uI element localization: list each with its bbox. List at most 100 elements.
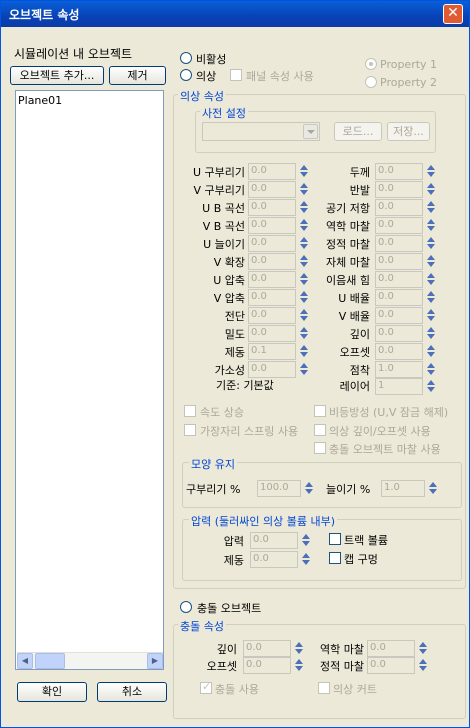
spinner-arrows-icon[interactable] [299, 165, 308, 178]
field-spinner[interactable]: 0.0 [248, 163, 308, 180]
spinner-arrows-icon[interactable] [426, 165, 435, 178]
inactive-radio[interactable] [180, 52, 192, 64]
spinner-arrows-icon[interactable] [426, 380, 435, 393]
field-spinner[interactable]: 0.0 [248, 217, 308, 234]
spinner-arrows-icon[interactable] [299, 201, 308, 214]
property1-radio[interactable] [365, 58, 377, 70]
field-value[interactable]: 0.0 [375, 181, 423, 198]
collision-offset-field[interactable]: 0.0 [243, 657, 291, 674]
aniso-checkbox[interactable] [314, 405, 326, 417]
chevron-down-icon[interactable] [303, 124, 318, 139]
collision-depth-field[interactable]: 0.0 [243, 640, 291, 657]
stretch-percent-field[interactable]: 1.0 [381, 480, 425, 497]
stretch-percent-spinner[interactable]: 1.0 [381, 480, 441, 497]
spinner-arrows-icon[interactable] [299, 183, 308, 196]
scroll-right-arrow[interactable]: ▶ [147, 653, 163, 669]
spinner-arrows-icon[interactable] [299, 309, 308, 322]
collision-dyn-friction-spinner[interactable]: 0.0 [367, 640, 427, 657]
spinner-arrows-icon[interactable] [426, 363, 435, 376]
field-spinner[interactable]: 0.0 [248, 361, 308, 378]
spinner-arrows-icon[interactable] [418, 659, 427, 672]
field-spinner[interactable]: 0.0 [248, 181, 308, 198]
field-value[interactable]: 0.0 [248, 199, 296, 216]
spinner-arrows-icon[interactable] [418, 642, 427, 655]
spinner-arrows-icon[interactable] [299, 291, 308, 304]
spinner-arrows-icon[interactable] [426, 327, 435, 340]
bend-percent-spinner[interactable]: 100.0 [257, 480, 317, 497]
field-value[interactable]: 0.0 [248, 307, 296, 324]
field-value[interactable]: 0.0 [375, 253, 423, 270]
spinner-arrows-icon[interactable] [426, 219, 435, 232]
field-value[interactable]: 1.0 [375, 361, 423, 378]
field-spinner[interactable]: 0.0 [375, 253, 435, 270]
field-spinner[interactable]: 0.0 [375, 325, 435, 342]
field-value[interactable]: 0.0 [375, 217, 423, 234]
speed-up-checkbox[interactable] [184, 405, 196, 417]
field-value[interactable]: 0.0 [375, 163, 423, 180]
field-spinner[interactable]: 0.0 [375, 199, 435, 216]
track-volume-checkbox[interactable] [329, 533, 341, 545]
field-value[interactable]: 0.0 [375, 235, 423, 252]
field-value[interactable]: 0.0 [375, 307, 423, 324]
field-value[interactable]: 0.0 [248, 235, 296, 252]
field-spinner[interactable]: 0.0 [248, 235, 308, 252]
scroll-thumb[interactable] [35, 653, 65, 669]
field-spinner[interactable]: 0.0 [248, 289, 308, 306]
field-value[interactable]: 0.0 [248, 163, 296, 180]
add-object-button[interactable]: 오브젝트 추가... [10, 66, 104, 85]
field-spinner[interactable]: 0.1 [248, 343, 308, 360]
field-value[interactable]: 0.0 [375, 325, 423, 342]
bend-percent-field[interactable]: 100.0 [257, 480, 301, 497]
collision-dyn-friction-field[interactable]: 0.0 [367, 640, 415, 657]
field-value[interactable]: 0.1 [248, 343, 296, 360]
collision-object-radio[interactable] [180, 601, 192, 613]
spinner-arrows-icon[interactable] [299, 363, 308, 376]
spinner-arrows-icon[interactable] [428, 482, 437, 495]
preset-dropdown[interactable] [202, 122, 320, 141]
collision-friction-checkbox[interactable] [314, 442, 326, 454]
depth-offset-checkbox[interactable] [314, 424, 326, 436]
layer-field[interactable]: 1 [375, 378, 423, 395]
field-spinner[interactable]: 0.0 [248, 325, 308, 342]
cloth-radio[interactable] [180, 69, 192, 81]
pressure-damping-field[interactable]: 0.0 [250, 551, 298, 568]
load-button[interactable]: 로드... [334, 122, 382, 141]
field-spinner[interactable]: 0.0 [375, 181, 435, 198]
collision-offset-spinner[interactable]: 0.0 [243, 657, 303, 674]
field-value[interactable]: 0.0 [248, 217, 296, 234]
field-spinner[interactable]: 0.0 [375, 307, 435, 324]
field-value[interactable]: 0.0 [248, 271, 296, 288]
field-spinner[interactable]: 0.0 [375, 163, 435, 180]
save-button[interactable]: 저장... [387, 122, 430, 141]
collision-depth-spinner[interactable]: 0.0 [243, 640, 303, 657]
field-value[interactable]: 0.0 [248, 289, 296, 306]
field-value[interactable]: 0.0 [375, 199, 423, 216]
collision-static-friction-field[interactable]: 0.0 [367, 657, 415, 674]
spinner-arrows-icon[interactable] [426, 273, 435, 286]
spinner-arrows-icon[interactable] [299, 255, 308, 268]
spinner-arrows-icon[interactable] [294, 642, 303, 655]
layer-spinner[interactable]: 1 [375, 378, 435, 395]
spinner-arrows-icon[interactable] [301, 553, 310, 566]
list-item[interactable]: Plane01 [16, 91, 163, 110]
field-spinner[interactable]: 1.0 [375, 361, 435, 378]
field-value[interactable]: 0.0 [248, 253, 296, 270]
spinner-arrows-icon[interactable] [426, 255, 435, 268]
field-spinner[interactable]: 0.0 [375, 271, 435, 288]
spinner-arrows-icon[interactable] [426, 237, 435, 250]
cloth-cut-checkbox[interactable] [318, 682, 330, 694]
pressure-damping-spinner[interactable]: 0.0 [250, 551, 310, 568]
cap-holes-checkbox[interactable] [329, 552, 341, 564]
field-value[interactable]: 0.0 [375, 289, 423, 306]
spinner-arrows-icon[interactable] [299, 219, 308, 232]
spinner-arrows-icon[interactable] [426, 345, 435, 358]
remove-button[interactable]: 제거 [109, 66, 166, 85]
spinner-arrows-icon[interactable] [299, 273, 308, 286]
property2-radio[interactable] [365, 76, 377, 88]
close-button[interactable]: ✕ [443, 4, 463, 24]
cancel-button[interactable]: 취소 [97, 682, 167, 702]
field-value[interactable]: 0.0 [375, 271, 423, 288]
object-list[interactable]: Plane01 [15, 90, 164, 670]
field-spinner[interactable]: 0.0 [375, 289, 435, 306]
spinner-arrows-icon[interactable] [299, 345, 308, 358]
